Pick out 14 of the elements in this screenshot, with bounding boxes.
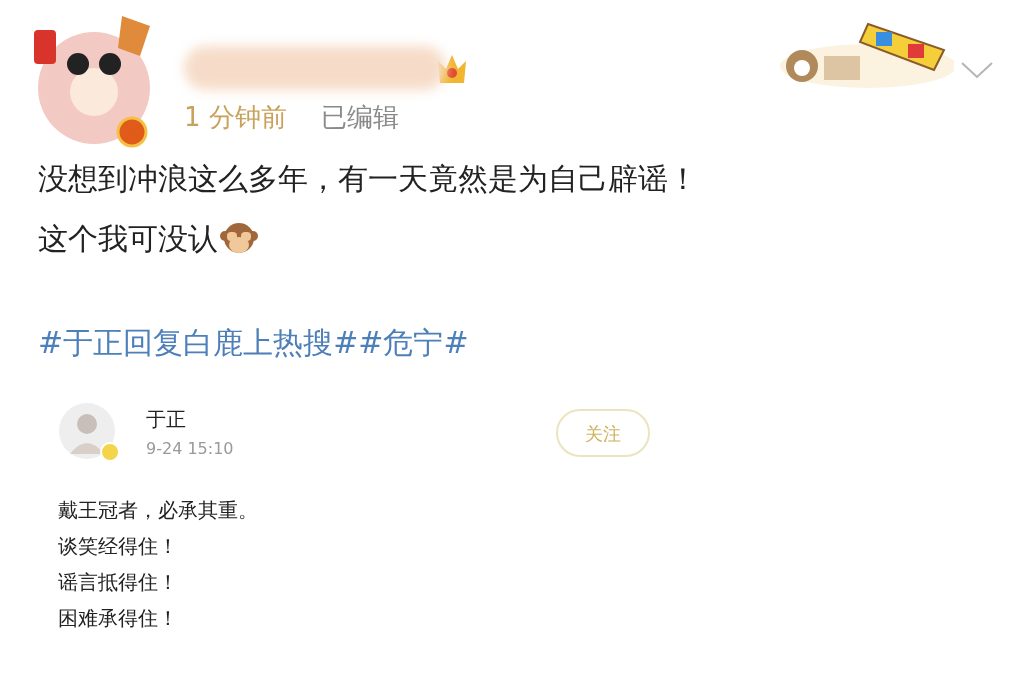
edited-label: 已编辑	[320, 104, 399, 130]
post-text: 谈笑经得住！	[58, 533, 179, 560]
post-text: 戴王冠者，必承其重。	[58, 497, 259, 524]
chevron-down-icon[interactable]	[960, 60, 994, 80]
post-text: 没想到冲浪这么多年，有一天竟然是为自己辟谣！	[38, 160, 698, 198]
hashtag-link[interactable]: #于正回复白鹿上热搜#	[38, 324, 359, 362]
post-time: 1 分钟前	[184, 104, 287, 130]
post-text: 谣言抵得住！	[58, 569, 179, 596]
post-text: 困难承得住！	[58, 605, 179, 632]
hashtag-link[interactable]: #危宁#	[358, 324, 469, 362]
post-time: 9-24 15:10	[146, 439, 234, 459]
post-text: 这个我可没认	[38, 220, 218, 258]
follow-button[interactable]: 关注	[556, 409, 650, 457]
author-name[interactable]: 于正	[146, 407, 234, 431]
